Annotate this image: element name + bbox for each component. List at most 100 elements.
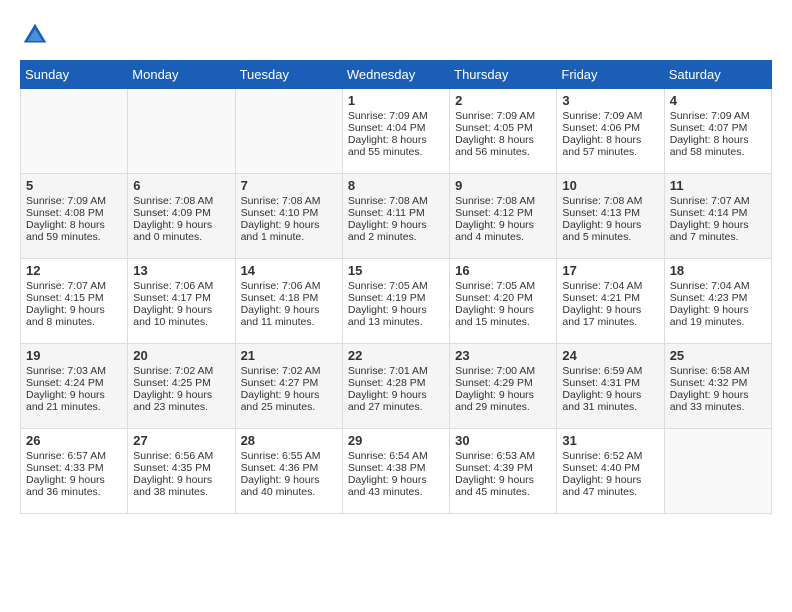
day-of-week-header: Sunday — [21, 61, 128, 89]
day-info: Daylight: 9 hours — [348, 304, 444, 316]
calendar-day-cell: 11Sunrise: 7:07 AMSunset: 4:14 PMDayligh… — [664, 174, 771, 259]
day-info: and 55 minutes. — [348, 146, 444, 158]
calendar-week-row: 1Sunrise: 7:09 AMSunset: 4:04 PMDaylight… — [21, 89, 772, 174]
day-info: Sunrise: 7:04 AM — [670, 280, 766, 292]
day-info: and 19 minutes. — [670, 316, 766, 328]
day-info: Sunset: 4:20 PM — [455, 292, 551, 304]
day-info: Sunrise: 7:00 AM — [455, 365, 551, 377]
day-number: 3 — [562, 93, 658, 108]
day-number: 6 — [133, 178, 229, 193]
day-info: Sunset: 4:08 PM — [26, 207, 122, 219]
day-info: and 45 minutes. — [455, 486, 551, 498]
day-info: Daylight: 9 hours — [670, 219, 766, 231]
day-info: Daylight: 8 hours — [455, 134, 551, 146]
day-number: 29 — [348, 433, 444, 448]
day-info: Daylight: 8 hours — [562, 134, 658, 146]
day-info: and 59 minutes. — [26, 231, 122, 243]
day-info: Sunrise: 6:57 AM — [26, 450, 122, 462]
day-info: Daylight: 9 hours — [133, 219, 229, 231]
calendar-week-row: 19Sunrise: 7:03 AMSunset: 4:24 PMDayligh… — [21, 344, 772, 429]
day-number: 14 — [241, 263, 337, 278]
day-info: Sunset: 4:27 PM — [241, 377, 337, 389]
day-info: Sunset: 4:17 PM — [133, 292, 229, 304]
day-info: Sunset: 4:07 PM — [670, 122, 766, 134]
day-info: Sunset: 4:21 PM — [562, 292, 658, 304]
calendar-header-row: SundayMondayTuesdayWednesdayThursdayFrid… — [21, 61, 772, 89]
day-info: Sunset: 4:33 PM — [26, 462, 122, 474]
day-info: and 40 minutes. — [241, 486, 337, 498]
day-number: 10 — [562, 178, 658, 193]
day-number: 13 — [133, 263, 229, 278]
day-info: and 29 minutes. — [455, 401, 551, 413]
day-info: and 47 minutes. — [562, 486, 658, 498]
day-of-week-header: Tuesday — [235, 61, 342, 89]
calendar-day-cell: 21Sunrise: 7:02 AMSunset: 4:27 PMDayligh… — [235, 344, 342, 429]
day-info: Sunset: 4:28 PM — [348, 377, 444, 389]
day-number: 21 — [241, 348, 337, 363]
day-info: and 27 minutes. — [348, 401, 444, 413]
day-info: Sunset: 4:32 PM — [670, 377, 766, 389]
day-info: and 58 minutes. — [670, 146, 766, 158]
calendar-day-cell: 29Sunrise: 6:54 AMSunset: 4:38 PMDayligh… — [342, 429, 449, 514]
day-info: Sunset: 4:25 PM — [133, 377, 229, 389]
day-number: 25 — [670, 348, 766, 363]
calendar-day-cell: 23Sunrise: 7:00 AMSunset: 4:29 PMDayligh… — [450, 344, 557, 429]
calendar-day-cell — [128, 89, 235, 174]
calendar-day-cell: 8Sunrise: 7:08 AMSunset: 4:11 PMDaylight… — [342, 174, 449, 259]
logo — [20, 20, 52, 50]
day-number: 12 — [26, 263, 122, 278]
day-info: and 38 minutes. — [133, 486, 229, 498]
day-info: Sunrise: 7:09 AM — [348, 110, 444, 122]
day-of-week-header: Wednesday — [342, 61, 449, 89]
calendar-day-cell: 28Sunrise: 6:55 AMSunset: 4:36 PMDayligh… — [235, 429, 342, 514]
day-info: Sunset: 4:14 PM — [670, 207, 766, 219]
day-info: Sunrise: 7:08 AM — [455, 195, 551, 207]
day-number: 20 — [133, 348, 229, 363]
calendar-day-cell: 22Sunrise: 7:01 AMSunset: 4:28 PMDayligh… — [342, 344, 449, 429]
day-info: Daylight: 9 hours — [241, 389, 337, 401]
day-of-week-header: Monday — [128, 61, 235, 89]
day-info: Daylight: 9 hours — [670, 304, 766, 316]
day-info: Sunset: 4:39 PM — [455, 462, 551, 474]
calendar-day-cell: 24Sunrise: 6:59 AMSunset: 4:31 PMDayligh… — [557, 344, 664, 429]
day-number: 26 — [26, 433, 122, 448]
day-number: 22 — [348, 348, 444, 363]
day-number: 28 — [241, 433, 337, 448]
calendar-day-cell: 14Sunrise: 7:06 AMSunset: 4:18 PMDayligh… — [235, 259, 342, 344]
day-info: Sunrise: 6:55 AM — [241, 450, 337, 462]
calendar-day-cell: 17Sunrise: 7:04 AMSunset: 4:21 PMDayligh… — [557, 259, 664, 344]
day-info: Sunset: 4:13 PM — [562, 207, 658, 219]
calendar-day-cell: 7Sunrise: 7:08 AMSunset: 4:10 PMDaylight… — [235, 174, 342, 259]
day-info: Daylight: 9 hours — [455, 219, 551, 231]
day-number: 9 — [455, 178, 551, 193]
day-info: Sunrise: 7:01 AM — [348, 365, 444, 377]
day-info: and 23 minutes. — [133, 401, 229, 413]
calendar-week-row: 26Sunrise: 6:57 AMSunset: 4:33 PMDayligh… — [21, 429, 772, 514]
day-info: Sunrise: 7:09 AM — [26, 195, 122, 207]
day-info: Daylight: 8 hours — [670, 134, 766, 146]
day-info: Daylight: 8 hours — [26, 219, 122, 231]
day-number: 7 — [241, 178, 337, 193]
day-info: and 21 minutes. — [26, 401, 122, 413]
day-info: Sunrise: 6:53 AM — [455, 450, 551, 462]
day-of-week-header: Friday — [557, 61, 664, 89]
day-number: 18 — [670, 263, 766, 278]
calendar-day-cell: 3Sunrise: 7:09 AMSunset: 4:06 PMDaylight… — [557, 89, 664, 174]
calendar-day-cell: 10Sunrise: 7:08 AMSunset: 4:13 PMDayligh… — [557, 174, 664, 259]
day-info: Sunset: 4:35 PM — [133, 462, 229, 474]
day-info: Daylight: 9 hours — [241, 304, 337, 316]
day-info: Daylight: 9 hours — [26, 474, 122, 486]
day-info: Daylight: 9 hours — [133, 474, 229, 486]
day-number: 30 — [455, 433, 551, 448]
calendar-day-cell: 13Sunrise: 7:06 AMSunset: 4:17 PMDayligh… — [128, 259, 235, 344]
calendar-day-cell — [21, 89, 128, 174]
day-info: Sunset: 4:36 PM — [241, 462, 337, 474]
day-info: and 15 minutes. — [455, 316, 551, 328]
day-number: 4 — [670, 93, 766, 108]
calendar-day-cell: 9Sunrise: 7:08 AMSunset: 4:12 PMDaylight… — [450, 174, 557, 259]
calendar-day-cell: 27Sunrise: 6:56 AMSunset: 4:35 PMDayligh… — [128, 429, 235, 514]
day-info: Sunrise: 6:54 AM — [348, 450, 444, 462]
calendar-day-cell: 5Sunrise: 7:09 AMSunset: 4:08 PMDaylight… — [21, 174, 128, 259]
day-number: 2 — [455, 93, 551, 108]
day-info: Daylight: 9 hours — [133, 304, 229, 316]
